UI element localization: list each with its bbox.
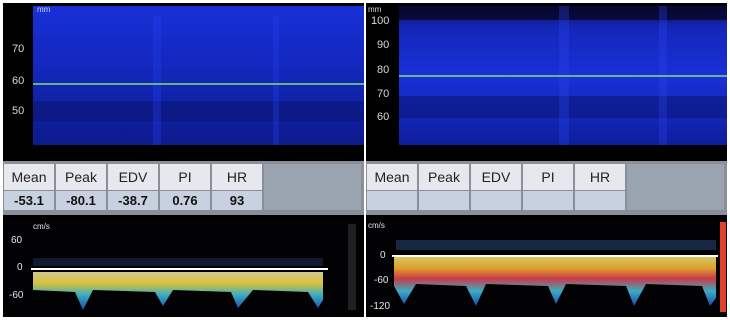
- measurement-empty-area: [627, 164, 724, 210]
- depth-tick: 60: [377, 111, 390, 123]
- velocity-tick: -60: [374, 275, 389, 286]
- measurement-value: [575, 191, 625, 210]
- measurement-edv: EDV -38.7: [108, 164, 158, 210]
- measurement-header: PI: [160, 164, 210, 190]
- measurement-value: 93: [212, 191, 262, 210]
- measurement-value: [419, 191, 469, 210]
- measurement-edv: EDV: [471, 164, 521, 210]
- m-mode-display: [399, 6, 727, 145]
- velocity-tick: 0: [380, 250, 386, 261]
- measurement-header: HR: [212, 164, 262, 190]
- depth-tick: 100: [371, 15, 390, 27]
- depth-tick: 70: [377, 88, 390, 100]
- doppler-waveform: [392, 222, 726, 312]
- doppler-color-bar: [720, 222, 726, 312]
- measurement-header: Mean: [367, 164, 417, 190]
- m-mode-display: [33, 6, 364, 145]
- velocity-tick: 60: [11, 235, 23, 246]
- velocity-tick: 0: [17, 262, 23, 273]
- measurement-peak: Peak -80.1: [56, 164, 106, 210]
- measurement-header: PI: [523, 164, 573, 190]
- measurement-header: HR: [575, 164, 625, 190]
- right-scan-panel: mm 100 90 80 70 60 Mean Peak EDV PI HR c…: [366, 3, 727, 317]
- depth-tick: 50: [12, 105, 25, 117]
- depth-tick: 60: [12, 75, 25, 87]
- measurement-header: EDV: [471, 164, 521, 190]
- measurement-value: [523, 191, 573, 210]
- measurement-mean: Mean -53.1: [4, 164, 54, 210]
- measurement-value: [367, 191, 417, 210]
- depth-unit-label: mm: [37, 5, 51, 14]
- measurement-pi: PI 0.76: [160, 164, 210, 210]
- measurement-value: -38.7: [108, 191, 158, 210]
- velocity-unit-label: cm/s: [33, 222, 50, 231]
- velocity-unit-label: cm/s: [368, 221, 385, 230]
- velocity-tick: -60: [9, 290, 24, 301]
- depth-tick: 80: [377, 64, 390, 76]
- measurement-table: Mean Peak EDV PI HR: [366, 161, 727, 215]
- depth-tick: 90: [377, 39, 390, 51]
- doppler-spectrum: [366, 218, 727, 317]
- measurement-value: 0.76: [160, 191, 210, 210]
- measurement-peak: Peak: [419, 164, 469, 210]
- measurement-mean: Mean: [367, 164, 417, 210]
- measurement-value: -80.1: [56, 191, 106, 210]
- m-mode-image: [33, 6, 364, 145]
- measurement-header: EDV: [108, 164, 158, 190]
- depth-tick: 70: [12, 43, 25, 55]
- velocity-tick: -120: [370, 301, 391, 312]
- measurement-hr: HR 93: [212, 164, 262, 210]
- measurement-pi: PI: [523, 164, 573, 210]
- measurement-hr: HR: [575, 164, 625, 210]
- measurement-header: Mean: [4, 164, 54, 190]
- left-scan-panel: mm 70 60 50 Mean -53.1 Peak -80.1 EDV -3…: [3, 3, 364, 317]
- doppler-waveform: [31, 224, 356, 310]
- measurement-table: Mean -53.1 Peak -80.1 EDV -38.7 PI 0.76 …: [3, 161, 364, 215]
- measurement-header: Peak: [419, 164, 469, 190]
- doppler-spectrum: [3, 218, 364, 317]
- measurement-value: [471, 191, 521, 210]
- doppler-color-bar: [348, 224, 356, 310]
- measurement-empty-area: [264, 164, 361, 210]
- m-mode-image: [399, 6, 727, 145]
- measurement-value: -53.1: [4, 191, 54, 210]
- measurement-header: Peak: [56, 164, 106, 190]
- depth-unit-label: mm: [368, 5, 382, 14]
